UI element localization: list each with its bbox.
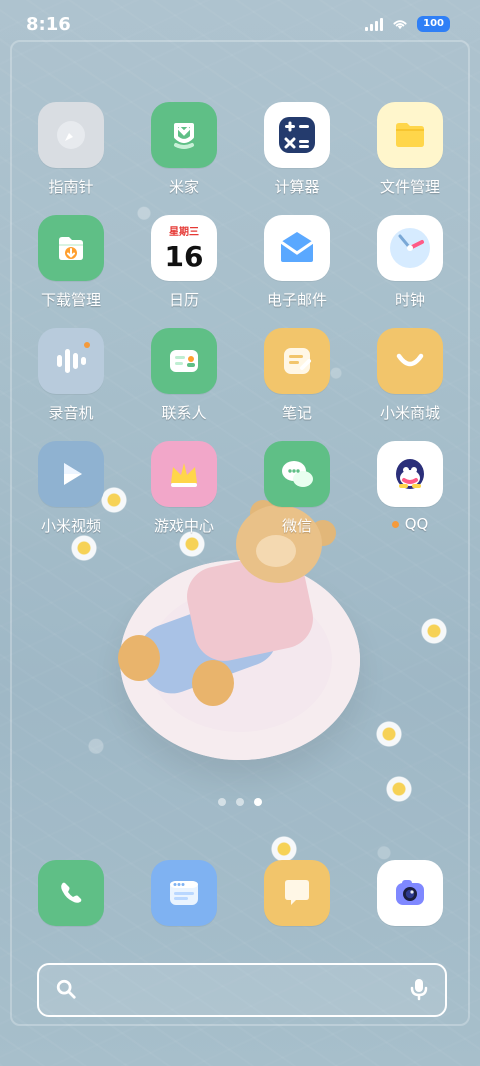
wallpaper-flower [270,835,298,863]
messages-icon [264,860,330,926]
wallpaper-teddy-foot [118,635,160,681]
app-label: 文件管理 [379,178,440,196]
wallpaper-flower [385,775,413,803]
qq-penguin-icon [377,441,443,507]
app-calculator[interactable]: 计算器 [247,102,347,212]
app-compass[interactable]: 指南针 [21,102,121,212]
phone-icon [38,860,104,926]
app-mi-video[interactable]: 小米视频 [21,441,121,551]
shopping-smile-icon [377,328,443,394]
signal-icon [365,17,384,31]
status-icons: 100 [365,16,450,32]
email-icon [264,215,330,281]
app-label: 时钟 [394,291,425,309]
app-label: 游戏中心 [153,517,214,535]
notification-dot [391,520,399,528]
app-recorder[interactable]: 录音机 [21,328,121,438]
dock-phone[interactable] [21,860,121,930]
wallpaper-flower [420,617,448,645]
calendar-icon: 星期三 16 [151,215,217,281]
status-bar: 8:16 100 [0,0,480,48]
app-label: 笔记 [281,404,312,422]
page-dot-active[interactable] [254,798,262,806]
app-file-manager[interactable]: 文件管理 [360,102,460,212]
status-time: 8:16 [26,14,71,35]
app-email[interactable]: 电子邮件 [247,215,347,325]
contacts-icon [151,328,217,394]
app-game-center[interactable]: 游戏中心 [134,441,234,551]
app-label: 联系人 [161,404,207,422]
microphone-icon[interactable] [407,976,431,1002]
search-bar[interactable] [37,963,447,1017]
app-contacts[interactable]: 联系人 [134,328,234,438]
app-label: 日历 [168,291,199,309]
wifi-icon [393,20,407,30]
app-label: 计算器 [274,178,320,196]
play-icon [38,441,104,507]
page-indicator [218,798,262,806]
app-label: 米家 [168,178,199,196]
app-mijia[interactable]: 米家 [134,102,234,212]
notes-icon [264,328,330,394]
downloads-icon [38,215,104,281]
wallpaper-flower [375,720,403,748]
page-dot[interactable] [218,798,226,806]
app-downloads[interactable]: 下载管理 [21,215,121,325]
app-label-text: QQ [404,515,429,533]
search-icon[interactable] [55,978,77,1000]
page-dot[interactable] [236,798,244,806]
app-label: 电子邮件 [266,291,327,309]
app-label: 下载管理 [40,291,101,309]
calendar-weekday: 星期三 [169,227,199,238]
app-label: 录音机 [48,404,94,422]
app-label: 小米视频 [40,517,101,535]
wechat-icon [264,441,330,507]
browser-icon [151,860,217,926]
app-wechat[interactable]: 微信 [247,441,347,551]
app-notes[interactable]: 笔记 [247,328,347,438]
wallpaper-teddy-foot [192,660,234,706]
camera-icon [377,860,443,926]
crown-icon [151,441,217,507]
clock-icon [377,215,443,281]
app-label: QQ [391,515,429,533]
folder-icon [377,102,443,168]
app-clock[interactable]: 时钟 [360,215,460,325]
dock-camera[interactable] [360,860,460,930]
dock [0,860,480,940]
dock-messages[interactable] [247,860,347,930]
calendar-day: 16 [164,240,204,273]
recorder-icon [38,328,104,394]
app-calendar[interactable]: 星期三 16 日历 [134,215,234,325]
mijia-icon [151,102,217,168]
app-label: 微信 [281,517,312,535]
calculator-icon [264,102,330,168]
app-label: 小米商城 [379,404,440,422]
compass-icon [38,102,104,168]
app-label: 指南针 [48,178,94,196]
app-qq[interactable]: QQ [360,441,460,551]
dock-browser[interactable] [134,860,234,930]
app-mi-store[interactable]: 小米商城 [360,328,460,438]
battery-indicator: 100 [417,16,450,32]
